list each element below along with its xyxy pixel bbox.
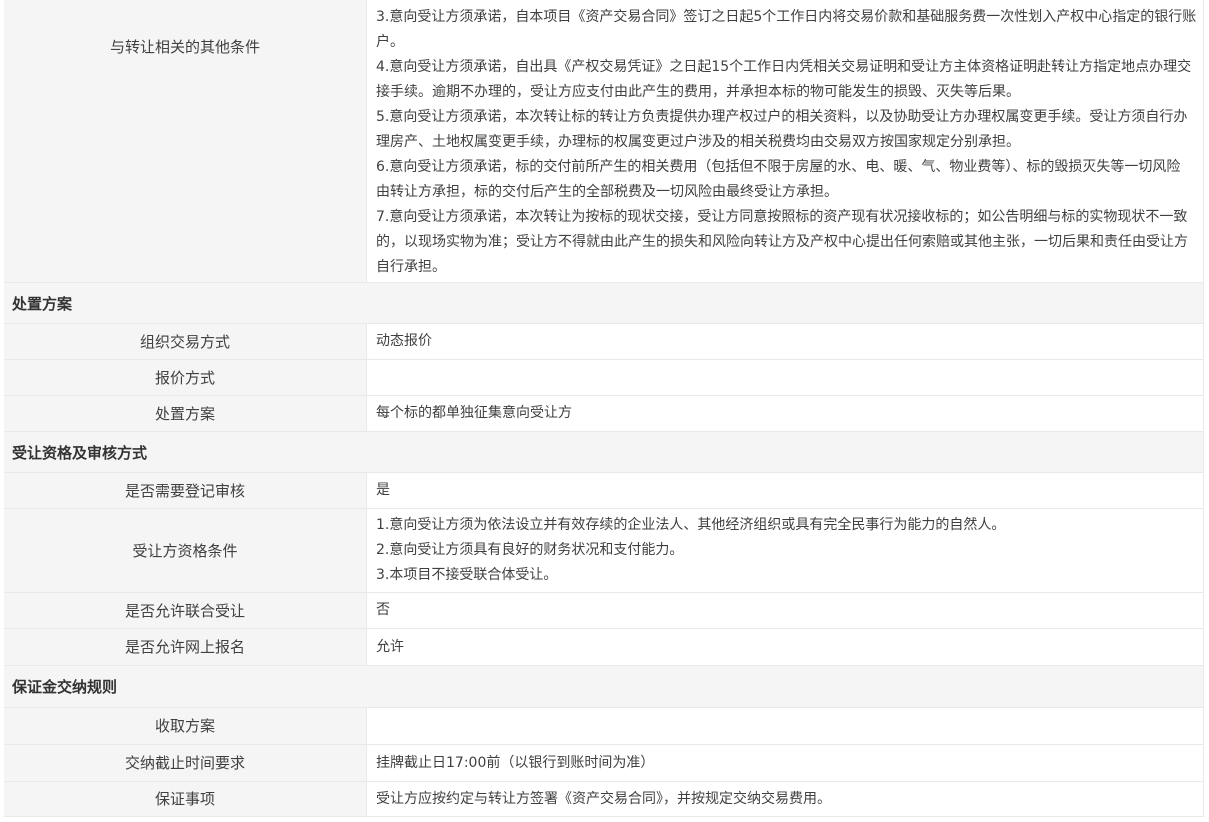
field-value: 1.意向受让方须为依法设立并有效存续的企业法人、其他经济组织或具有完全民事行为能… bbox=[367, 509, 1203, 592]
row-disposal-plan: 处置方案 每个标的都单独征集意向受让方 bbox=[4, 396, 1203, 432]
section-transferee-qualification: 受让资格及审核方式 bbox=[4, 432, 1203, 473]
field-value bbox=[367, 708, 1203, 744]
value-line: 否 bbox=[376, 598, 1185, 623]
row-payment-deadline: 交纳截止时间要求 挂牌截止日17:00前（以银行到账时间为准） bbox=[4, 745, 1203, 782]
row-guarantee-matters: 保证事项 受让方应按约定与转让方签署《资产交易合同》，并按规定交纳交易费用。 bbox=[4, 782, 1203, 817]
row-transferee-qualification-conditions: 受让方资格条件 1.意向受让方须为依法设立并有效存续的企业法人、其他经济组织或具… bbox=[4, 509, 1203, 593]
value-line: 2.意向受让方须具有良好的财务状况和支付能力。 bbox=[376, 538, 1185, 563]
section-deposit-rules: 保证金交纳规则 bbox=[4, 666, 1203, 708]
value-line: 户。 bbox=[376, 30, 1185, 55]
field-value: 是 bbox=[367, 473, 1203, 508]
row-joint-transfer-allowed: 是否允许联合受让 否 bbox=[4, 593, 1203, 629]
row-registration-review-required: 是否需要登记审核 是 bbox=[4, 473, 1203, 509]
field-label: 与转让相关的其他条件 bbox=[4, 0, 367, 282]
value-line: 3.意向受让方须承诺，自本项目《资产交易合同》签订之日起5个工作日内将交易价款和… bbox=[376, 5, 1185, 30]
row-other-transfer-conditions: 与转让相关的其他条件 3.意向受让方须承诺，自本项目《资产交易合同》签订之日起5… bbox=[4, 0, 1203, 283]
section-disposal-plan: 处置方案 bbox=[4, 283, 1203, 324]
section-title: 保证金交纳规则 bbox=[12, 676, 117, 697]
field-label: 是否允许联合受让 bbox=[4, 593, 367, 628]
value-line: 接手续。逾期不办理的，受让方应支付由此产生的费用，并承担本标的物可能发生的损毁、… bbox=[376, 80, 1185, 105]
field-label: 受让方资格条件 bbox=[4, 509, 367, 592]
field-label: 是否允许网上报名 bbox=[4, 629, 367, 665]
value-line: 理房产、土地权属变更手续，办理标的权属变更过户涉及的相关税费均由交易双方按国家规… bbox=[376, 130, 1185, 155]
value-line: 是 bbox=[376, 478, 1185, 503]
field-value: 动态报价 bbox=[367, 324, 1203, 359]
field-value bbox=[367, 360, 1203, 395]
value-line: 每个标的都单独征集意向受让方 bbox=[376, 401, 1185, 426]
row-collection-plan: 收取方案 bbox=[4, 708, 1203, 745]
row-trade-organization-method: 组织交易方式 动态报价 bbox=[4, 324, 1203, 360]
value-line: 7.意向受让方须承诺，本次转让为按标的现状交接，受让方同意按照标的资产现有状况接… bbox=[376, 205, 1185, 230]
field-label: 收取方案 bbox=[4, 708, 367, 744]
field-value: 否 bbox=[367, 593, 1203, 628]
section-title: 处置方案 bbox=[12, 293, 72, 314]
field-label: 保证事项 bbox=[4, 782, 367, 816]
listing-detail-table: 与转让相关的其他条件 3.意向受让方须承诺，自本项目《资产交易合同》签订之日起5… bbox=[4, 0, 1204, 817]
row-online-registration-allowed: 是否允许网上报名 允许 bbox=[4, 629, 1203, 666]
field-value: 3.意向受让方须承诺，自本项目《资产交易合同》签订之日起5个工作日内将交易价款和… bbox=[367, 0, 1203, 282]
value-line: 的，以现场实物为准；受让方不得就由此产生的损失和风险向转让方及产权中心提出任何索… bbox=[376, 230, 1185, 255]
value-line: 允许 bbox=[376, 635, 1185, 660]
field-label: 交纳截止时间要求 bbox=[4, 745, 367, 781]
field-label: 是否需要登记审核 bbox=[4, 473, 367, 508]
field-value: 挂牌截止日17:00前（以银行到账时间为准） bbox=[367, 745, 1203, 781]
value-line: 动态报价 bbox=[376, 329, 1185, 354]
field-label: 报价方式 bbox=[4, 360, 367, 395]
field-value: 每个标的都单独征集意向受让方 bbox=[367, 396, 1203, 431]
field-label: 处置方案 bbox=[4, 396, 367, 431]
value-line: 3.本项目不接受联合体受让。 bbox=[376, 563, 1185, 588]
value-line: 6.意向受让方须承诺，标的交付前所产生的相关费用（包括但不限于房屋的水、电、暖、… bbox=[376, 155, 1185, 180]
value-line: 5.意向受让方须承诺，本次转让标的转让方负责提供办理产权过户的相关资料，以及协助… bbox=[376, 105, 1185, 130]
field-label: 组织交易方式 bbox=[4, 324, 367, 359]
section-title: 受让资格及审核方式 bbox=[12, 442, 147, 463]
value-line: 4.意向受让方须承诺，自出具《产权交易凭证》之日起15个工作日内凭相关交易证明和… bbox=[376, 55, 1185, 80]
value-line: 挂牌截止日17:00前（以银行到账时间为准） bbox=[376, 751, 1185, 776]
value-line: 自行承担。 bbox=[376, 255, 1185, 280]
value-line: 受让方应按约定与转让方签署《资产交易合同》，并按规定交纳交易费用。 bbox=[376, 787, 1185, 812]
row-quotation-method: 报价方式 bbox=[4, 360, 1203, 396]
value-line: 由转让方承担，标的交付后产生的全部税费及一切风险由最终受让方承担。 bbox=[376, 180, 1185, 205]
field-value: 允许 bbox=[367, 629, 1203, 665]
field-value: 受让方应按约定与转让方签署《资产交易合同》，并按规定交纳交易费用。 bbox=[367, 782, 1203, 816]
value-line: 1.意向受让方须为依法设立并有效存续的企业法人、其他经济组织或具有完全民事行为能… bbox=[376, 513, 1185, 538]
